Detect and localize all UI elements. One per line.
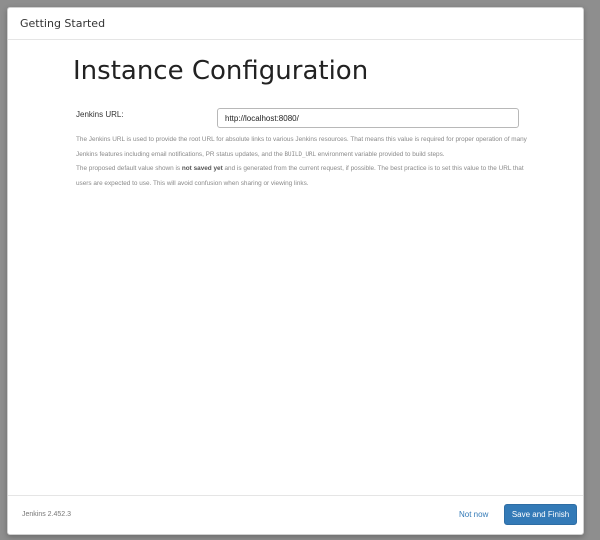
dialog-title: Getting Started — [20, 17, 106, 30]
not-saved-emphasis: not saved yet — [181, 165, 223, 172]
dialog-footer: Jenkins 2.452.3 Not now Save and Finish — [8, 495, 583, 534]
help-paragraph-1: The Jenkins URL is used to provide the r… — [76, 136, 527, 158]
page-title: Instance Configuration — [73, 56, 369, 86]
jenkins-url-label: Jenkins URL: — [76, 110, 124, 119]
save-and-finish-button[interactable]: Save and Finish — [504, 504, 577, 525]
build-url-code: BUILD_URL — [284, 151, 316, 158]
jenkins-url-help: The Jenkins URL is used to provide the r… — [76, 133, 528, 191]
dialog-header: Getting Started — [8, 8, 583, 40]
setup-wizard-dialog: Getting Started Instance Configuration J… — [7, 7, 584, 535]
jenkins-url-input[interactable] — [217, 108, 519, 128]
not-now-button[interactable]: Not now — [459, 510, 488, 519]
jenkins-version: Jenkins 2.452.3 — [22, 511, 72, 518]
help-paragraph-2: The proposed default value shown is not … — [76, 165, 524, 187]
